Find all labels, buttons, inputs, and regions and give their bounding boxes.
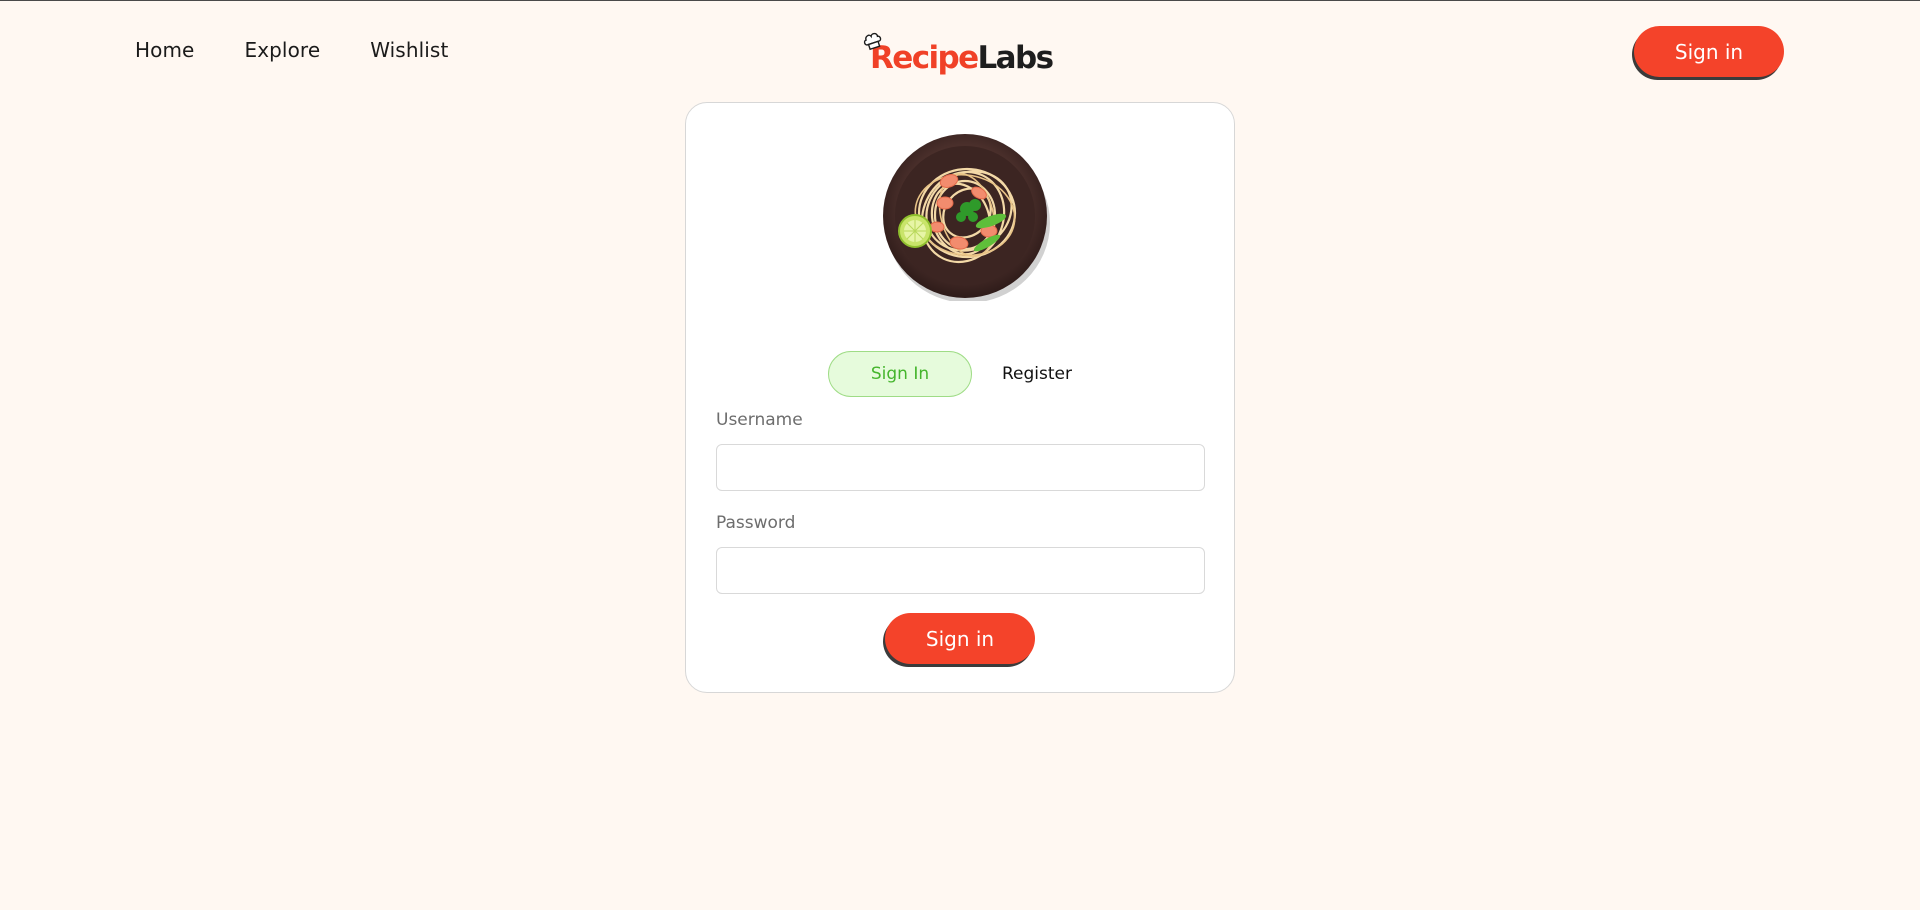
nav-link-home[interactable]: Home bbox=[135, 38, 194, 62]
username-label: Username bbox=[716, 410, 803, 430]
auth-tabs: Sign In Register bbox=[828, 351, 1118, 399]
logo[interactable]: RecipeLabs bbox=[862, 29, 1055, 77]
sign-in-submit-button[interactable]: Sign in bbox=[885, 613, 1035, 664]
tab-sign-in[interactable]: Sign In bbox=[828, 351, 972, 397]
top-nav: Home Explore Wishlist RecipeLabs Sign in bbox=[0, 1, 1920, 101]
tab-register[interactable]: Register bbox=[972, 351, 1102, 397]
password-label: Password bbox=[716, 513, 796, 533]
username-field[interactable] bbox=[716, 444, 1205, 491]
pasta-plate-icon bbox=[883, 134, 1050, 301]
auth-card: Sign In Register Username Password Sign … bbox=[685, 102, 1235, 693]
logo-text-labs: Labs bbox=[977, 40, 1055, 76]
chef-hat-icon bbox=[863, 32, 882, 51]
logo-text-recipe: Recipe bbox=[870, 40, 979, 76]
nav-signin-button[interactable]: Sign in bbox=[1634, 26, 1784, 77]
nav-link-wishlist[interactable]: Wishlist bbox=[370, 38, 448, 62]
logo-text: RecipeLabs bbox=[870, 40, 1055, 76]
nav-links: Home Explore Wishlist bbox=[135, 38, 448, 62]
password-field[interactable] bbox=[716, 547, 1205, 594]
nav-link-explore[interactable]: Explore bbox=[244, 38, 320, 62]
